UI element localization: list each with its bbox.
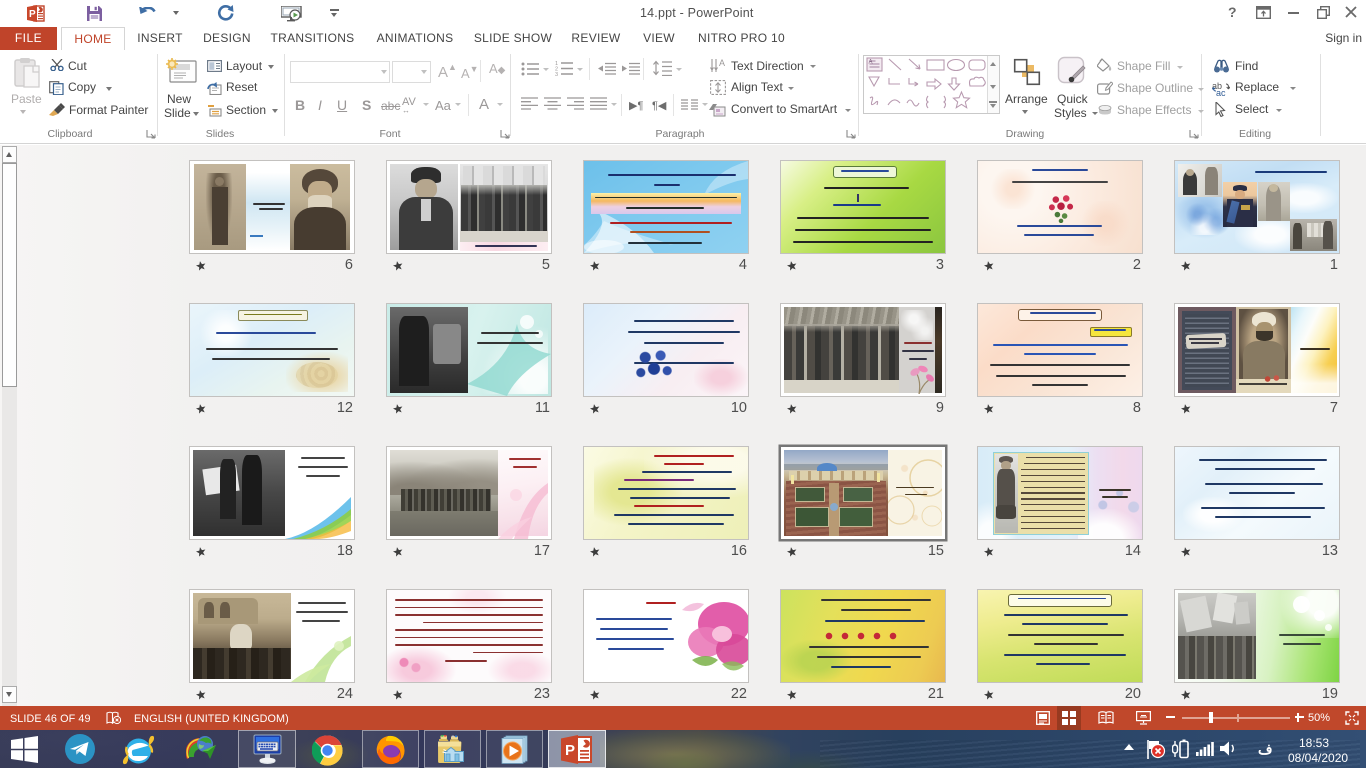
svg-text:A: A [869,60,873,66]
svg-text:P: P [565,742,575,759]
svg-text:A: A [719,58,725,68]
svg-text:P: P [29,9,36,20]
svg-text:ac: ac [1216,88,1226,96]
svg-text:3: 3 [555,72,558,76]
